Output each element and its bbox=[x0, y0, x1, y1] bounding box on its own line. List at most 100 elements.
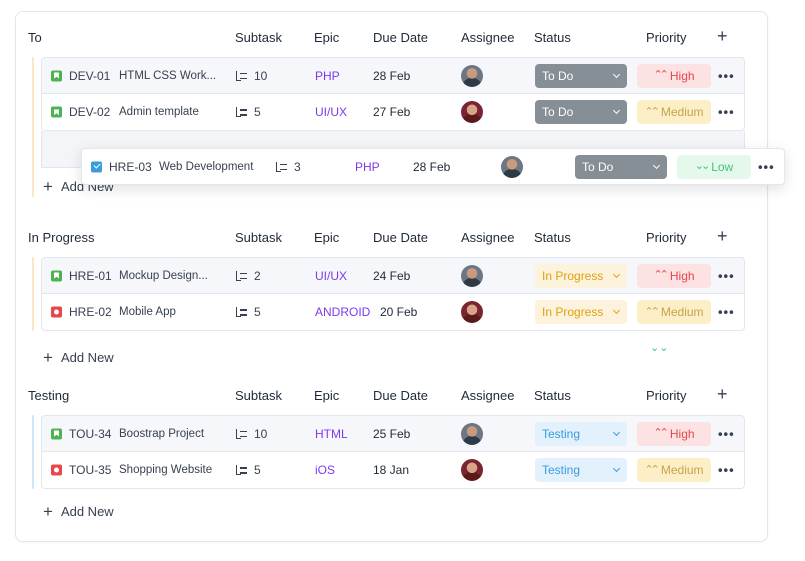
col-assignee: Assignee bbox=[461, 388, 515, 403]
plus-icon: + bbox=[43, 501, 53, 521]
col-subtask: Subtask bbox=[235, 230, 282, 245]
due-date[interactable]: 20 Feb bbox=[380, 305, 417, 319]
issue-key[interactable]: TOU-35 bbox=[69, 463, 111, 477]
col-priority: Priority bbox=[646, 30, 687, 45]
due-date[interactable]: 25 Feb bbox=[373, 427, 410, 441]
issue-title[interactable]: Web Development bbox=[159, 161, 253, 173]
plus-icon: + bbox=[43, 176, 53, 196]
subtask-icon bbox=[236, 70, 247, 81]
table-row[interactable]: TOU-34 Boostrap Project 10 HTML 25 Feb T… bbox=[41, 415, 745, 452]
priority-badge[interactable]: ⌄⌄ Low bbox=[677, 154, 751, 179]
task-checkbox-icon bbox=[91, 161, 102, 172]
chevron-down-icon bbox=[612, 428, 621, 436]
col-status: Status bbox=[534, 230, 571, 245]
epic-label[interactable]: PHP bbox=[355, 160, 380, 174]
issue-key[interactable]: TOU-34 bbox=[69, 427, 111, 441]
priority-badge[interactable]: ⌃⌃ High bbox=[637, 421, 711, 446]
due-date[interactable]: 24 Feb bbox=[373, 269, 410, 283]
col-due: Due Date bbox=[373, 30, 428, 45]
issue-title[interactable]: Shopping Website bbox=[119, 464, 212, 476]
issue-title[interactable]: HTML CSS Work... bbox=[119, 70, 216, 82]
avatar[interactable] bbox=[461, 101, 483, 123]
issue-key[interactable]: DEV-01 bbox=[69, 69, 110, 83]
table-row[interactable]: DEV-01 HTML CSS Work... 10 PHP 28 Feb To… bbox=[41, 57, 745, 94]
group-accent-line bbox=[32, 57, 34, 197]
group-title[interactable]: In Progress bbox=[28, 230, 94, 245]
status-dropdown[interactable]: To Do bbox=[535, 63, 627, 88]
due-date[interactable]: 27 Feb bbox=[373, 105, 410, 119]
subtask-icon bbox=[236, 107, 247, 117]
priority-medium-icon: ⌃⌃ bbox=[644, 463, 660, 476]
subtask-icon bbox=[276, 161, 287, 172]
more-options-button[interactable]: ••• bbox=[718, 268, 735, 283]
avatar[interactable] bbox=[501, 155, 523, 178]
priority-badge[interactable]: ⌃⌃ Medium bbox=[637, 300, 711, 324]
epic-label[interactable]: UI/UX bbox=[315, 105, 347, 119]
table-row[interactable]: HRE-01 Mockup Design... 2 UI/UX 24 Feb I… bbox=[41, 257, 745, 294]
epic-label[interactable]: UI/UX bbox=[315, 269, 347, 283]
status-dropdown[interactable]: To Do bbox=[575, 154, 667, 179]
group-title[interactable]: To bbox=[28, 30, 42, 45]
avatar[interactable] bbox=[461, 459, 483, 481]
status-dropdown[interactable]: Testing bbox=[535, 421, 627, 446]
avatar[interactable] bbox=[461, 264, 483, 287]
epic-label[interactable]: iOS bbox=[315, 463, 335, 477]
add-column-button[interactable]: + bbox=[717, 26, 728, 47]
due-date[interactable]: 18 Jan bbox=[373, 463, 409, 477]
story-icon bbox=[51, 428, 62, 439]
col-epic: Epic bbox=[314, 388, 340, 403]
status-dropdown[interactable]: In Progress bbox=[535, 300, 627, 324]
subtask-icon bbox=[236, 270, 247, 281]
add-column-button[interactable]: + bbox=[717, 226, 728, 247]
subtask-count: 10 bbox=[236, 427, 267, 441]
issue-key[interactable]: HRE-01 bbox=[69, 269, 112, 283]
more-options-button[interactable]: ••• bbox=[718, 463, 735, 478]
group-accent-line bbox=[32, 415, 34, 489]
table-row[interactable]: TOU-35 Shopping Website 5 iOS 18 Jan Tes… bbox=[41, 452, 745, 489]
more-options-button[interactable]: ••• bbox=[758, 159, 775, 174]
priority-badge[interactable]: ⌃⌃ High bbox=[637, 263, 711, 288]
subtask-count: 5 bbox=[236, 105, 261, 119]
group-title[interactable]: Testing bbox=[28, 388, 69, 403]
table-row[interactable]: HRE-02 Mobile App 5 ANDROID 20 Feb In Pr… bbox=[41, 294, 745, 331]
issue-title[interactable]: Admin template bbox=[119, 106, 199, 118]
chevron-down-icon bbox=[612, 106, 621, 115]
status-dropdown[interactable]: Testing bbox=[535, 458, 627, 482]
epic-label[interactable]: HTML bbox=[315, 427, 348, 441]
table-row[interactable]: DEV-02 Admin template 5 UI/UX 27 Feb To … bbox=[41, 94, 745, 131]
status-dropdown[interactable]: To Do bbox=[535, 100, 627, 124]
add-new-button[interactable]: + Add New bbox=[43, 502, 114, 520]
add-column-button[interactable]: + bbox=[717, 384, 728, 405]
avatar[interactable] bbox=[461, 422, 483, 445]
subtask-icon bbox=[236, 428, 247, 439]
epic-label[interactable]: ANDROID bbox=[315, 305, 370, 319]
issue-title[interactable]: Mobile App bbox=[119, 306, 176, 318]
due-date[interactable]: 28 Feb bbox=[413, 160, 450, 174]
more-options-button[interactable]: ••• bbox=[718, 426, 735, 441]
group-header-to: To Subtask Epic Due Date Assignee Status… bbox=[28, 26, 768, 48]
priority-badge[interactable]: ⌃⌃ High bbox=[637, 63, 711, 88]
issue-key[interactable]: HRE-02 bbox=[69, 305, 112, 319]
priority-badge[interactable]: ⌃⌃ Medium bbox=[637, 100, 711, 124]
add-new-button[interactable]: + Add New bbox=[43, 348, 114, 366]
more-options-button[interactable]: ••• bbox=[718, 68, 735, 83]
subtask-icon bbox=[236, 465, 247, 475]
issue-key[interactable]: DEV-02 bbox=[69, 105, 110, 119]
dragged-row[interactable]: HRE-03 Web Development 3 PHP 28 Feb To D… bbox=[81, 148, 785, 185]
avatar[interactable] bbox=[461, 301, 483, 323]
col-assignee: Assignee bbox=[461, 30, 515, 45]
avatar[interactable] bbox=[461, 64, 483, 87]
subtask-count: 2 bbox=[236, 269, 261, 283]
issue-title[interactable]: Mockup Design... bbox=[119, 270, 208, 282]
priority-badge[interactable]: ⌃⌃ Medium bbox=[637, 458, 711, 482]
chevron-down-icon bbox=[612, 306, 621, 315]
epic-label[interactable]: PHP bbox=[315, 69, 340, 83]
priority-low-icon: ⌄⌄ bbox=[650, 342, 669, 354]
group-header-in-progress: In Progress Subtask Epic Due Date Assign… bbox=[28, 226, 768, 248]
more-options-button[interactable]: ••• bbox=[718, 105, 735, 120]
status-dropdown[interactable]: In Progress bbox=[535, 263, 627, 288]
issue-key[interactable]: HRE-03 bbox=[109, 160, 152, 174]
issue-title[interactable]: Boostrap Project bbox=[119, 428, 204, 440]
more-options-button[interactable]: ••• bbox=[718, 305, 735, 320]
due-date[interactable]: 28 Feb bbox=[373, 69, 410, 83]
